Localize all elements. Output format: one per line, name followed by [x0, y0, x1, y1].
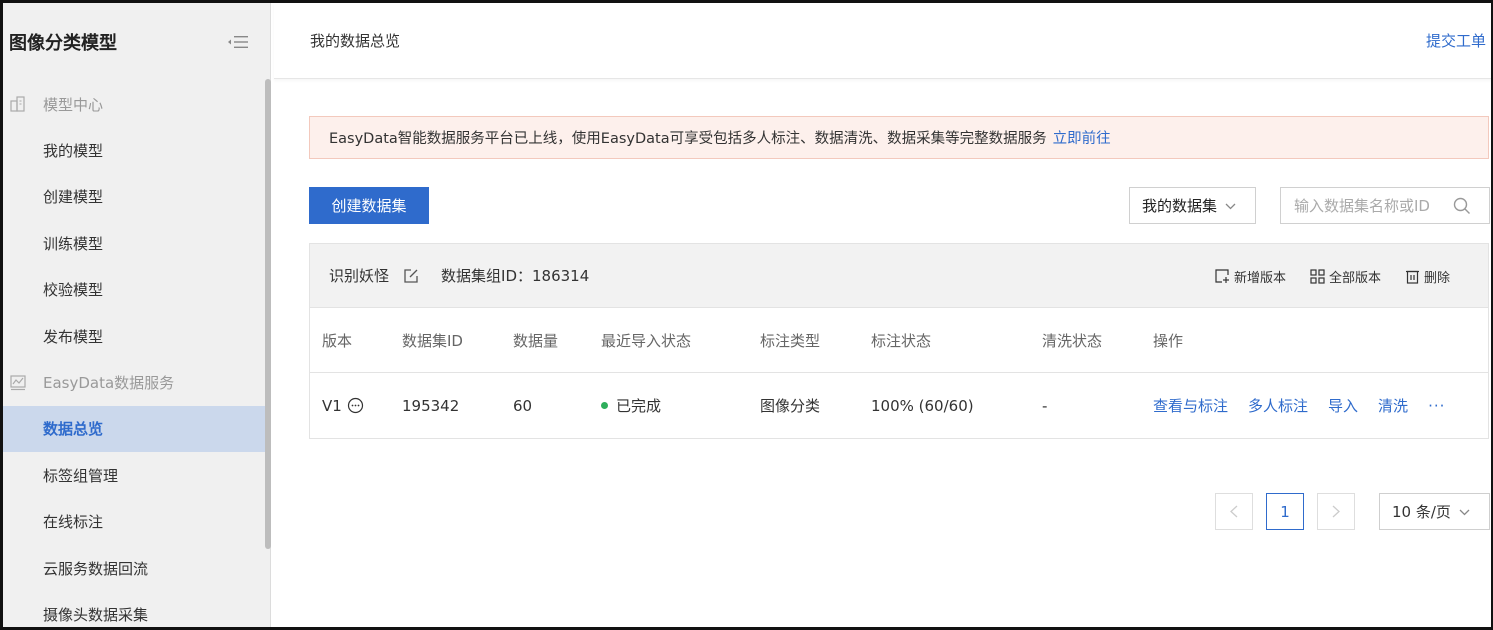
multi-person-label-link[interactable]: 多人标注	[1248, 395, 1308, 416]
column-header-count: 数据量	[513, 331, 559, 350]
edit-icon[interactable]	[403, 268, 419, 284]
sidebar-item-create-model[interactable]: 创建模型	[3, 174, 265, 221]
create-dataset-button[interactable]: 创建数据集	[309, 187, 429, 224]
model-center-icon	[9, 95, 27, 113]
import-status-value: 已完成	[616, 397, 662, 415]
next-page-button[interactable]	[1317, 493, 1355, 530]
dataset-group-id: 数据集组ID：186314	[441, 267, 590, 285]
clean-status-cell: -	[1042, 396, 1048, 415]
sidebar-item-train-model[interactable]: 训练模型	[3, 220, 265, 267]
version-value: V1	[322, 396, 342, 415]
sidebar: 图像分类模型 模型中心 我的模型 创建模型 训练模型 校验模型 发布模型 Eas…	[3, 3, 271, 628]
all-versions-label: 全部版本	[1328, 270, 1381, 286]
column-header-import-status: 最近导入状态	[601, 331, 692, 350]
import-link[interactable]: 导入	[1328, 395, 1358, 416]
dataset-filter-value: 我的数据集	[1142, 197, 1218, 215]
column-header-label-status: 标注状态	[871, 331, 932, 350]
column-header-clean-status: 清洗状态	[1042, 331, 1103, 350]
import-status-cell: 已完成	[601, 373, 661, 438]
sidebar-menu: 模型中心 我的模型 创建模型 训练模型 校验模型 发布模型 EasyData数据…	[3, 81, 265, 628]
page-size-select[interactable]: 10 条/页	[1379, 493, 1490, 530]
add-version-button[interactable]: 新增版本	[1215, 267, 1286, 286]
delete-button[interactable]: 删除	[1405, 267, 1450, 286]
data-service-icon	[9, 374, 27, 392]
label-status-cell: 100% (60/60)	[871, 396, 974, 415]
table-header: 版本 数据集ID 数据量 最近导入状态 标注类型 标注状态 清洗状态 操作	[310, 308, 1488, 373]
notice-banner: EasyData智能数据服务平台已上线，使用EasyData可享受包括多人标注、…	[309, 116, 1489, 159]
chevron-left-icon	[1230, 505, 1238, 518]
prev-page-button[interactable]	[1215, 493, 1253, 530]
menu-group-data-service: EasyData数据服务	[3, 360, 265, 406]
sidebar-item-data-overview[interactable]: 数据总览	[3, 405, 265, 452]
dataset-id-cell: 195342	[402, 396, 460, 415]
table-row: V1 195342 60 已完成 图像分类 100% (60/60) - 查看与…	[310, 373, 1488, 438]
sidebar-header: 图像分类模型	[3, 3, 271, 81]
version-info-icon[interactable]	[347, 397, 364, 414]
top-bar: 我的数据总览 提交工单	[274, 3, 1491, 79]
sidebar-item-my-models[interactable]: 我的模型	[3, 127, 265, 174]
all-versions-button[interactable]: 全部版本	[1310, 267, 1381, 286]
view-and-label-link[interactable]: 查看与标注	[1153, 395, 1228, 416]
sidebar-item-cloud-data-backflow[interactable]: 云服务数据回流	[3, 545, 265, 592]
operations-cell: 查看与标注 多人标注 导入 清洗 ···	[1153, 373, 1445, 438]
dataset-card-header: 识别妖怪 数据集组ID：186314 新增版本 全部版本 删除	[310, 244, 1488, 308]
delete-label: 删除	[1423, 270, 1450, 286]
sidebar-item-validate-model[interactable]: 校验模型	[3, 267, 265, 314]
menu-group-model-center: 模型中心	[3, 81, 265, 127]
page-title: 我的数据总览	[310, 32, 401, 50]
banner-text: EasyData智能数据服务平台已上线，使用EasyData可享受包括多人标注、…	[329, 131, 1047, 147]
count-cell: 60	[513, 396, 533, 415]
column-header-dataset-id: 数据集ID	[402, 331, 463, 350]
dataset-name: 识别妖怪	[329, 267, 390, 285]
add-version-label: 新增版本	[1233, 270, 1286, 286]
clean-link[interactable]: 清洗	[1378, 395, 1408, 416]
sidebar-scrollbar[interactable]	[265, 79, 271, 549]
chevron-down-icon	[1225, 199, 1236, 213]
menu-group-label: EasyData数据服务	[43, 374, 175, 392]
sidebar-item-label-group-management[interactable]: 标签组管理	[3, 452, 265, 499]
column-header-operations: 操作	[1153, 331, 1184, 350]
collapse-sidebar-icon[interactable]	[227, 34, 249, 50]
chevron-down-icon	[1459, 505, 1470, 519]
dataset-card: 识别妖怪 数据集组ID：186314 新增版本 全部版本 删除 版本 数据集ID…	[309, 243, 1489, 439]
column-header-label-type: 标注类型	[760, 331, 821, 350]
version-cell: V1	[322, 373, 364, 438]
dataset-search-box	[1280, 187, 1490, 224]
chevron-right-icon	[1332, 505, 1340, 518]
page-number-button[interactable]: 1	[1266, 493, 1304, 530]
dataset-filter-select[interactable]: 我的数据集	[1129, 187, 1256, 224]
dataset-actions: 新增版本 全部版本 删除	[1191, 244, 1450, 308]
more-options-icon[interactable]: ···	[1428, 397, 1445, 415]
menu-group-label: 模型中心	[43, 95, 104, 114]
status-success-dot	[601, 402, 608, 409]
app-window: 图像分类模型 模型中心 我的模型 创建模型 训练模型 校验模型 发布模型 Eas…	[0, 0, 1493, 630]
all-versions-icon	[1310, 268, 1325, 284]
page-size-value: 10 条/页	[1392, 503, 1451, 521]
delete-icon	[1405, 270, 1419, 284]
app-title: 图像分类模型	[9, 33, 117, 54]
sidebar-item-camera-data-collection[interactable]: 摄像头数据采集	[3, 592, 265, 628]
submit-ticket-link[interactable]: 提交工单	[1426, 30, 1486, 51]
column-header-version: 版本	[322, 331, 353, 350]
banner-go-now-link[interactable]: 立即前往	[1053, 127, 1111, 148]
add-version-icon	[1215, 268, 1229, 283]
label-type-cell: 图像分类	[760, 397, 821, 415]
search-icon[interactable]	[1453, 197, 1471, 215]
dataset-search-input[interactable]	[1294, 196, 1454, 215]
sidebar-item-online-labeling[interactable]: 在线标注	[3, 499, 265, 546]
sidebar-item-publish-model[interactable]: 发布模型	[3, 313, 265, 360]
